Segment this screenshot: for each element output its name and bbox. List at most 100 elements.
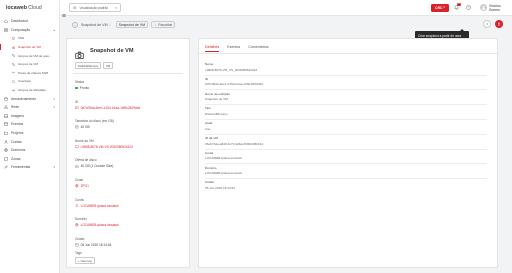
field-value-text: LOCAWEB-Iplaca-locstack bbox=[80, 223, 119, 228]
add-tag-button[interactable]: + New tag bbox=[75, 257, 95, 265]
sidebar-item-zonas[interactable]: Zonas bbox=[0, 155, 59, 164]
sidebar-item-grupos-de-afinidade[interactable]: Grupos de afinidade bbox=[0, 86, 59, 95]
sidebar-item-label: Pares de chaves SSH bbox=[18, 70, 49, 75]
map-icon bbox=[4, 156, 8, 161]
menu-toggle-icon[interactable] bbox=[62, 5, 66, 17]
chevron-down-icon: ▾ bbox=[53, 105, 55, 110]
server-icon bbox=[4, 28, 8, 32]
field-value[interactable]: 0d7c09da-9ee1-4154-b1aa-1bf9c2829d4d bbox=[75, 106, 140, 110]
monitor-icon bbox=[75, 145, 79, 149]
favorite-button[interactable]: ☆ Favoritar bbox=[151, 21, 176, 29]
tags-label: Tags bbox=[75, 251, 82, 255]
field-value-text: 40 GB bbox=[80, 125, 90, 130]
field-label: Tamanho do disco (em GB) bbox=[75, 119, 114, 124]
field-label: Conta bbox=[75, 197, 84, 202]
sidebar-item-label: Grupos de VM de auto... bbox=[18, 53, 52, 58]
field-value-text: 40 GB (1 Custom Size) bbox=[80, 164, 114, 169]
view-selector-value: Visualização padrão bbox=[79, 5, 109, 10]
sidebar-item-computacao[interactable]: Computação ▴ bbox=[0, 26, 59, 35]
resource-field: Nome da VM i-9808-8576-VM-VS-202008052432… bbox=[75, 139, 133, 149]
detail-field: Conta LOCAWEB-Iplaca-locstack bbox=[205, 151, 242, 161]
sidebar-item-armazenamento[interactable]: Armazenamento ▾ bbox=[0, 94, 59, 103]
create-from-snapshot-button[interactable] bbox=[483, 20, 491, 28]
field-value-text: Pronto bbox=[79, 86, 90, 90]
id-icon bbox=[75, 106, 79, 110]
database-icon bbox=[4, 96, 8, 101]
resource-field: Conta LOCAWEB-Iplaca-locstack bbox=[75, 198, 119, 208]
user-menu[interactable]: Vinícius Gomes bbox=[480, 4, 512, 12]
delete-button[interactable] bbox=[495, 20, 503, 28]
link-icon bbox=[11, 88, 15, 92]
breadcrumb-current: Snapshot de VM bbox=[115, 21, 149, 29]
sidebar-item-imagens[interactable]: Imagens bbox=[0, 112, 59, 121]
sidebar-item-label: Computação bbox=[11, 27, 31, 32]
back-arrow-icon[interactable]: ‹ bbox=[72, 21, 78, 28]
sidebar-item-label: VMs bbox=[18, 36, 25, 41]
user-icon bbox=[75, 204, 79, 208]
tab-comentarios[interactable]: Comentários bbox=[248, 45, 268, 52]
brand-logo[interactable]: locaweb Cloud bbox=[0, 0, 59, 16]
chevron-up-icon: ▴ bbox=[53, 27, 55, 32]
breadcrumb: ‹ Snapshot de VM / Snapshot de VM ☆ Favo… bbox=[72, 21, 176, 29]
detail-value: 06e673da-a848-4c73-9d6a-0f46b0d5b014 bbox=[205, 141, 264, 146]
detail-field: Criado 05 Jun 2020 18:14:54 bbox=[205, 180, 235, 190]
field-value[interactable]: ZPO1 bbox=[75, 184, 89, 188]
tab-detalhes[interactable]: Detalhes bbox=[205, 45, 220, 52]
camera-icon bbox=[75, 47, 84, 60]
sidebar-item-eventos[interactable]: Eventos bbox=[0, 120, 59, 129]
group-icon bbox=[11, 62, 15, 66]
detail-value: Snapshot de VM bbox=[205, 97, 228, 102]
sidebar-item-label: Grupos de afinidade bbox=[18, 88, 46, 93]
calendar-icon bbox=[4, 122, 8, 127]
resource-field: Oferta de disco 40 GB (1 Custom Size) bbox=[75, 158, 113, 168]
breadcrumb-parent[interactable]: Snapshot de VM bbox=[81, 23, 108, 27]
resource-tags: DiskAndMemory VM bbox=[75, 62, 115, 70]
detail-field: Tipo DiskAndMemory bbox=[205, 106, 228, 116]
resource-field: Criado 05 Jun 2020 18:14:54 bbox=[75, 237, 111, 247]
globe-icon bbox=[4, 148, 8, 152]
field-value[interactable]: i-9808-8576-VM-VS-2020080524324 bbox=[75, 145, 133, 149]
details-card: Detalhes Eventos Comentários Nome i-9808-85… bbox=[198, 38, 498, 268]
sidebar-item-snapshot-de-vm[interactable]: Snapshot de VM bbox=[0, 43, 59, 52]
detail-value: true bbox=[205, 126, 211, 131]
sidebar-item-grupos-de-vm[interactable]: Grupos de VM bbox=[0, 60, 59, 69]
detail-label: Conta bbox=[205, 150, 214, 155]
sidebar-item-vms[interactable]: VMs bbox=[0, 34, 59, 43]
user-name: Vinícius Gomes bbox=[488, 3, 501, 12]
resource-tag: DiskAndMemory bbox=[75, 62, 102, 70]
bell-icon[interactable]: 0 bbox=[453, 2, 461, 10]
sidebar-item-label: Dashboard bbox=[11, 19, 28, 24]
sidebar-item-contas[interactable]: Contas bbox=[0, 137, 59, 146]
status-dot bbox=[75, 86, 78, 90]
globe-icon bbox=[75, 184, 79, 188]
sidebar-item-label: Projetos bbox=[11, 131, 24, 136]
sidebar-item-pares-de-chaves-ssh[interactable]: Pares de chaves SSH bbox=[0, 69, 59, 78]
disk-icon bbox=[75, 125, 79, 129]
sidebar-item-ferramentas[interactable]: Ferramentas ▾ bbox=[0, 163, 59, 172]
help-icon[interactable]: ? bbox=[465, 4, 471, 10]
tab-eventos[interactable]: Eventos bbox=[227, 45, 240, 52]
view-selector[interactable]: Visualização padrão ▾ bbox=[69, 3, 121, 12]
sidebar-item-label: Contas bbox=[11, 139, 22, 144]
home-icon bbox=[4, 19, 8, 23]
field-value[interactable]: LOCAWEB-Iplaca-locstack bbox=[75, 204, 119, 208]
sidebar-item-label: Imagens bbox=[11, 113, 25, 118]
topbar: Visualização padrão ▾ CRC ▾ 0 ? Vinícius… bbox=[60, 0, 512, 17]
sidebar-item-dashboard[interactable]: Dashboard bbox=[0, 17, 59, 26]
detail-field: Domínio LOCAWEB-Iplaca-locstack bbox=[205, 166, 242, 176]
crc-button[interactable]: CRC ▾ bbox=[431, 3, 449, 12]
sidebar-item-projetos[interactable]: Projetos bbox=[0, 129, 59, 138]
user-icon bbox=[4, 140, 8, 144]
sidebar-item-rede[interactable]: Rede ▾ bbox=[0, 103, 59, 112]
field-value[interactable]: LOCAWEB-Iplaca-locstack bbox=[75, 223, 119, 227]
image-icon bbox=[4, 114, 8, 118]
sidebar-item-userdata[interactable]: Userdata bbox=[0, 77, 59, 86]
detail-label: ID bbox=[205, 76, 209, 81]
sidebar-item-grupos-de-vm-de-auto[interactable]: Grupos de VM de auto... bbox=[0, 51, 59, 60]
file-icon bbox=[11, 79, 15, 83]
sidebar-item-label: Eventos bbox=[11, 122, 24, 127]
detail-field: ID da VM 06e673da-a848-4c73-9d6a-0f46b0d5… bbox=[205, 136, 263, 146]
avatar bbox=[480, 4, 487, 11]
field-label: Oferta de disco bbox=[75, 158, 97, 163]
sidebar-item-dominios[interactable]: Domínios bbox=[0, 146, 59, 155]
